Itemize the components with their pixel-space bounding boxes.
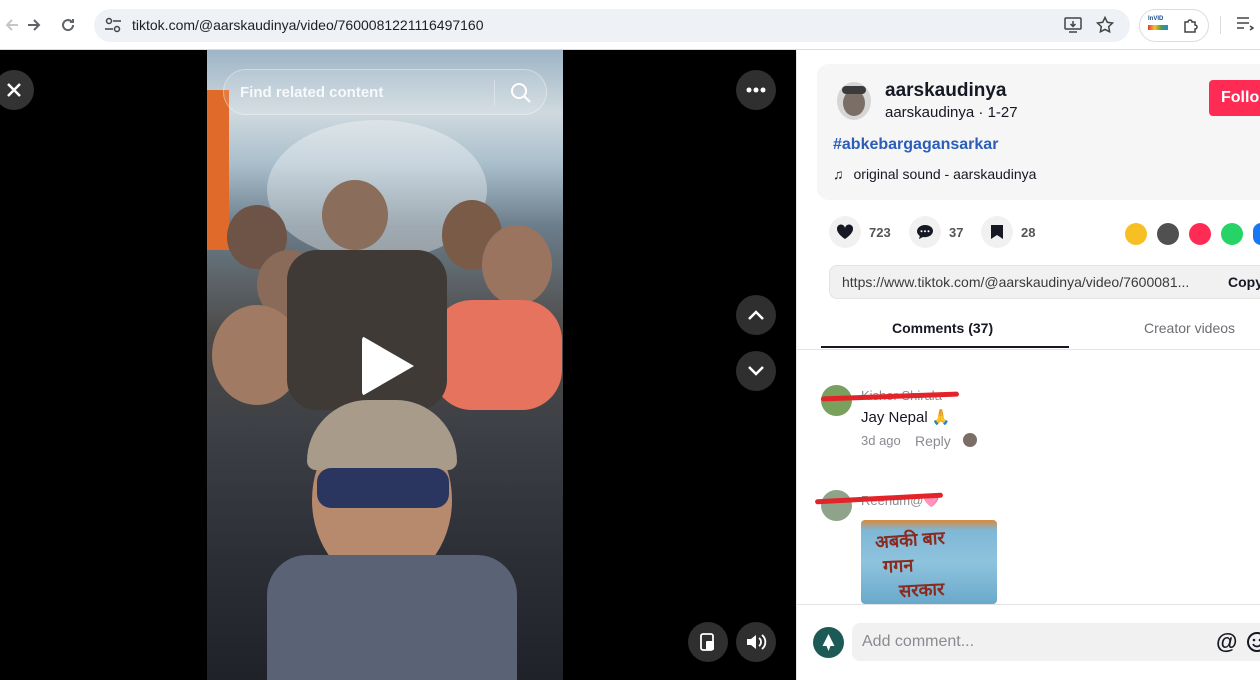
install-app-icon[interactable] bbox=[1064, 17, 1082, 38]
reply-button[interactable]: Reply bbox=[915, 433, 951, 449]
comment-composer: Add comment... @ bbox=[797, 604, 1260, 680]
whatsapp-icon[interactable] bbox=[1221, 223, 1243, 245]
repost-icon[interactable] bbox=[1125, 223, 1147, 245]
follow-button[interactable]: Follo bbox=[1209, 80, 1260, 116]
invid-extension-icon[interactable]: InVID bbox=[1148, 16, 1168, 36]
comment-time: 3d ago bbox=[861, 433, 901, 448]
tab-comments[interactable]: Comments (37) bbox=[892, 320, 993, 336]
video-shirt-red bbox=[432, 300, 562, 410]
save-stat[interactable]: 28 bbox=[981, 216, 1035, 248]
author-username[interactable]: aarskaudinya bbox=[885, 80, 1006, 102]
hashtag-link[interactable]: #abkebargagansarkar bbox=[833, 136, 998, 154]
bookmark-icon bbox=[981, 216, 1013, 248]
puzzle-extensions-icon[interactable] bbox=[1182, 17, 1200, 40]
play-icon[interactable] bbox=[362, 336, 414, 396]
more-options-button[interactable] bbox=[736, 70, 776, 110]
creator-liked-avatar bbox=[963, 433, 977, 447]
add-comment-input[interactable]: Add comment... @ bbox=[852, 623, 1260, 661]
search-placeholder: Find related content bbox=[240, 84, 384, 101]
emoji-icon[interactable] bbox=[1246, 631, 1260, 658]
extensions-pill: InVID bbox=[1139, 9, 1209, 42]
author-card: aarskaudinya aarskaudinya · 1-27 Follo #… bbox=[817, 64, 1260, 200]
share-link-text[interactable]: https://www.tiktok.com/@aarskaudinya/vid… bbox=[842, 274, 1189, 290]
video-flag-orange bbox=[207, 90, 229, 250]
back-button[interactable] bbox=[0, 13, 24, 37]
find-related-search[interactable]: Find related content bbox=[223, 69, 547, 115]
reload-button[interactable] bbox=[56, 13, 80, 37]
comment-bubble-icon bbox=[909, 216, 941, 248]
next-video-button[interactable] bbox=[736, 351, 776, 391]
search-icon[interactable] bbox=[510, 82, 532, 109]
like-stat[interactable]: 723 bbox=[829, 216, 891, 248]
tabs-divider bbox=[797, 349, 1260, 350]
address-bar[interactable]: tiktok.com/@aarskaudinya/video/760008122… bbox=[94, 9, 1130, 42]
url-text: tiktok.com/@aarskaudinya/video/760008122… bbox=[132, 17, 484, 33]
close-button[interactable] bbox=[0, 70, 34, 110]
forward-button[interactable] bbox=[22, 13, 46, 37]
my-avatar[interactable] bbox=[813, 627, 844, 658]
video-person-1 bbox=[322, 180, 388, 250]
site-settings-icon[interactable] bbox=[104, 17, 122, 38]
active-tab-indicator bbox=[821, 346, 1069, 348]
embed-icon[interactable] bbox=[1157, 223, 1179, 245]
bookmark-star-icon[interactable] bbox=[1095, 15, 1115, 39]
browser-toolbar: tiktok.com/@aarskaudinya/video/760008122… bbox=[0, 0, 1260, 50]
music-note-icon: ♫ bbox=[833, 166, 844, 182]
volume-button[interactable] bbox=[736, 622, 776, 662]
video-main-sunglasses bbox=[317, 468, 449, 508]
toolbar-divider bbox=[1220, 16, 1221, 34]
music-link[interactable]: ♫ original sound - aarskaudinya bbox=[833, 166, 1036, 182]
copy-link-button[interactable]: Copy bbox=[1228, 274, 1260, 290]
comment-stat[interactable]: 37 bbox=[909, 216, 963, 248]
mention-icon[interactable]: @ bbox=[1216, 629, 1237, 655]
heart-icon bbox=[829, 216, 861, 248]
video-stage: Find related content bbox=[0, 50, 796, 680]
send-to-friends-icon[interactable] bbox=[1189, 223, 1211, 245]
video-main-cap bbox=[307, 400, 457, 470]
video-person-3 bbox=[482, 225, 552, 305]
reading-list-icon[interactable] bbox=[1236, 16, 1255, 37]
floating-player-button[interactable] bbox=[688, 622, 728, 662]
tab-creator-videos[interactable]: Creator videos bbox=[1144, 320, 1235, 336]
search-separator bbox=[494, 80, 495, 106]
author-subline: aarskaudinya · 1-27 bbox=[885, 104, 1018, 121]
comment-placeholder: Add comment... bbox=[862, 633, 975, 650]
video-main-shirt bbox=[267, 555, 517, 680]
share-link-box: https://www.tiktok.com/@aarskaudinya/vid… bbox=[829, 265, 1260, 299]
commenter-avatar[interactable] bbox=[821, 490, 852, 521]
comment-image[interactable]: अबकी बार गगन सरकार bbox=[861, 520, 997, 604]
previous-video-button[interactable] bbox=[736, 295, 776, 335]
details-panel: aarskaudinya aarskaudinya · 1-27 Follo #… bbox=[796, 50, 1260, 680]
comment-text: Jay Nepal 🙏 bbox=[861, 409, 951, 426]
facebook-icon[interactable] bbox=[1253, 223, 1260, 245]
author-avatar[interactable] bbox=[837, 82, 871, 120]
